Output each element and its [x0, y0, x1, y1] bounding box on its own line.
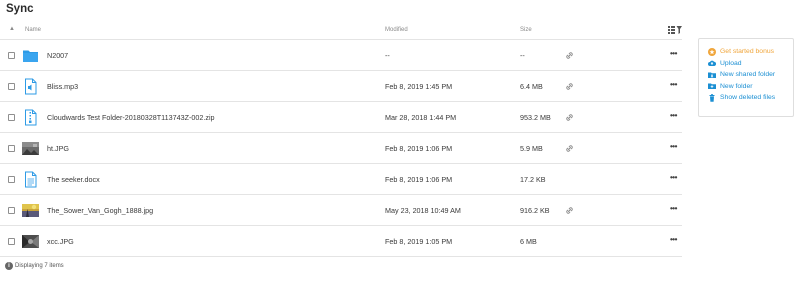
zip-file-icon	[22, 109, 39, 126]
row-checkbox[interactable]	[8, 83, 15, 90]
file-name[interactable]: ht.JPG	[47, 144, 69, 153]
file-size: 6.4 MB	[520, 82, 543, 91]
share-link-icon[interactable]	[565, 113, 574, 122]
file-size: --	[520, 51, 525, 60]
new-folder-link[interactable]: New folder	[708, 81, 793, 93]
file-name[interactable]: The seeker.docx	[47, 175, 100, 184]
file-modified: May 23, 2018 10:49 AM	[385, 206, 461, 215]
audio-file-icon	[22, 78, 39, 95]
file-size: 6 MB	[520, 237, 537, 246]
new-shared-folder-link[interactable]: New shared folder	[708, 69, 793, 81]
item-count-text: Displaying 7 items	[15, 263, 64, 269]
side-item-label: Show deleted files	[720, 94, 776, 102]
file-size: 17.2 KB	[520, 175, 546, 184]
column-header-size[interactable]: Size	[520, 27, 532, 33]
table-row[interactable]: The_Sower_Van_Gogh_1888.jpg May 23, 2018…	[0, 195, 682, 226]
row-checkbox[interactable]	[8, 238, 15, 245]
more-options-icon[interactable]: •••	[670, 204, 677, 213]
upload-link[interactable]: Upload	[708, 58, 793, 70]
side-item-label: Upload	[720, 59, 742, 67]
star-icon	[708, 47, 716, 56]
share-link-icon[interactable]	[565, 206, 574, 215]
file-size: 5.9 MB	[520, 144, 543, 153]
row-checkbox[interactable]	[8, 52, 15, 59]
file-name[interactable]: The_Sower_Van_Gogh_1888.jpg	[47, 206, 153, 215]
table-row[interactable]: ht.JPG Feb 8, 2019 1:06 PM 5.9 MB •••	[0, 133, 682, 164]
table-row[interactable]: Cloudwards Test Folder-20180328T113743Z-…	[0, 102, 682, 133]
folder-icon	[22, 47, 39, 64]
document-file-icon	[22, 171, 39, 188]
photo-thumbnail-icon	[22, 233, 39, 250]
share-link-icon[interactable]	[565, 82, 574, 91]
cloud-upload-icon	[708, 59, 717, 67]
file-modified: --	[385, 51, 390, 60]
shared-folder-icon	[708, 71, 716, 79]
file-list-header: ▲ Name Modified Size	[0, 20, 682, 40]
file-name[interactable]: Cloudwards Test Folder-20180328T113743Z-…	[47, 113, 215, 122]
column-header-name[interactable]: Name	[25, 27, 41, 33]
file-modified: Mar 28, 2018 1:44 PM	[385, 113, 457, 122]
side-item-label: Get started bonus	[720, 48, 775, 56]
file-modified: Feb 8, 2019 1:06 PM	[385, 144, 453, 153]
table-row[interactable]: The seeker.docx Feb 8, 2019 1:06 PM 17.2…	[0, 164, 682, 195]
file-modified: Feb 8, 2019 1:06 PM	[385, 175, 453, 184]
file-size: 916.2 KB	[520, 206, 550, 215]
file-name[interactable]: Bliss.mp3	[47, 82, 78, 91]
row-checkbox[interactable]	[8, 145, 15, 152]
file-modified: Feb 8, 2019 1:45 PM	[385, 82, 453, 91]
row-checkbox[interactable]	[8, 207, 15, 214]
file-name[interactable]: xcc.JPG	[47, 237, 74, 246]
file-name[interactable]: N2007	[47, 51, 68, 60]
more-options-icon[interactable]: •••	[670, 173, 677, 182]
column-header-modified[interactable]: Modified	[385, 27, 408, 33]
row-checkbox[interactable]	[8, 114, 15, 121]
new-folder-icon	[708, 82, 716, 90]
status-bar: i Displaying 7 items	[5, 262, 64, 270]
more-options-icon[interactable]: •••	[670, 235, 677, 244]
table-row[interactable]: N2007 -- -- •••	[0, 40, 682, 71]
row-checkbox[interactable]	[8, 176, 15, 183]
show-deleted-files-link[interactable]: Show deleted files	[708, 92, 793, 104]
table-row[interactable]: Bliss.mp3 Feb 8, 2019 1:45 PM 6.4 MB •••	[0, 71, 682, 102]
get-started-bonus-link[interactable]: Get started bonus	[708, 46, 793, 58]
share-link-icon[interactable]	[565, 51, 574, 60]
page-title: Sync	[6, 3, 34, 15]
file-size: 953.2 MB	[520, 113, 551, 122]
image-thumbnail-icon	[22, 140, 39, 157]
side-item-label: New folder	[720, 82, 753, 90]
trash-icon	[708, 93, 716, 102]
side-item-label: New shared folder	[720, 71, 776, 79]
actions-panel: Get started bonus Upload New shared fold…	[698, 38, 794, 117]
painting-thumbnail-icon	[22, 202, 39, 219]
share-link-icon[interactable]	[565, 144, 574, 153]
more-options-icon[interactable]: •••	[670, 142, 677, 151]
view-filter-icon[interactable]	[668, 26, 682, 34]
info-icon: i	[5, 262, 13, 270]
more-options-icon[interactable]: •••	[670, 80, 677, 89]
sort-indicator-icon[interactable]: ▲	[9, 26, 15, 32]
more-options-icon[interactable]: •••	[670, 111, 677, 120]
table-row[interactable]: xcc.JPG Feb 8, 2019 1:05 PM 6 MB •••	[0, 226, 682, 257]
more-options-icon[interactable]: •••	[670, 49, 677, 58]
file-modified: Feb 8, 2019 1:05 PM	[385, 237, 453, 246]
